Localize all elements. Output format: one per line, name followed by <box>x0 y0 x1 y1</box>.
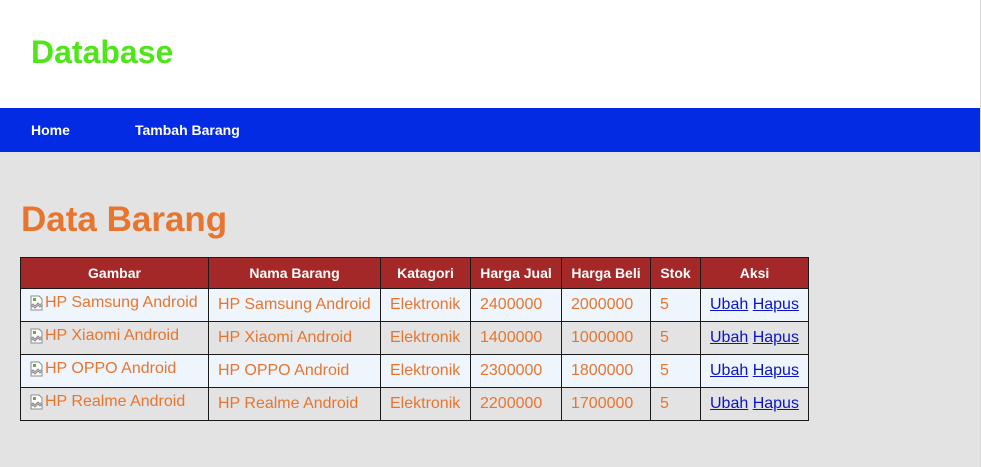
navbar: Home Tambah Barang <box>0 108 980 152</box>
table-row: HP Realme Android HP Realme Android Elek… <box>20 387 809 421</box>
sell-price-cell: 2200000 <box>470 387 562 421</box>
column-header-nama-barang: Nama Barang <box>208 257 381 289</box>
actions-cell: Ubah Hapus <box>700 288 809 322</box>
product-image-cell: HP Samsung Android <box>20 288 209 322</box>
stock-cell: 5 <box>650 387 701 421</box>
stock-cell: 5 <box>650 354 701 388</box>
broken-image-icon <box>30 394 44 410</box>
delete-link[interactable]: Hapus <box>753 329 799 346</box>
sell-price-cell: 1400000 <box>470 321 562 355</box>
product-name-cell: HP Samsung Android <box>208 288 381 322</box>
product-image-cell: HP OPPO Android <box>20 354 209 388</box>
edit-link[interactable]: Ubah <box>710 395 748 412</box>
nav-home-link[interactable]: Home <box>31 108 70 152</box>
product-name-cell: HP Realme Android <box>208 387 381 421</box>
page-title: Data Barang <box>21 200 228 239</box>
edit-link[interactable]: Ubah <box>710 329 748 346</box>
buy-price-cell: 2000000 <box>561 288 651 322</box>
table-header-row: Gambar Nama Barang Katagori Harga Jual H… <box>20 257 809 289</box>
product-image-alt-text: HP Samsung Android <box>45 294 198 311</box>
category-cell: Elektronik <box>380 321 471 355</box>
actions-cell: Ubah Hapus <box>700 321 809 355</box>
column-header-stok: Stok <box>650 257 701 289</box>
product-image: HP OPPO Android <box>30 360 176 378</box>
data-barang-table: Gambar Nama Barang Katagori Harga Jual H… <box>20 257 809 421</box>
product-image-alt-text: HP OPPO Android <box>45 360 177 377</box>
sell-price-cell: 2300000 <box>470 354 562 388</box>
edit-link[interactable]: Ubah <box>710 362 748 379</box>
product-image: HP Xiaomi Android <box>30 327 179 345</box>
broken-image-icon <box>30 295 44 311</box>
product-image-cell: HP Realme Android <box>20 387 209 421</box>
delete-link[interactable]: Hapus <box>753 362 799 379</box>
column-header-harga-jual: Harga Jual <box>470 257 562 289</box>
column-header-gambar: Gambar <box>20 257 209 289</box>
product-image: HP Samsung Android <box>30 294 198 312</box>
product-image-cell: HP Xiaomi Android <box>20 321 209 355</box>
sell-price-cell: 2400000 <box>470 288 562 322</box>
edit-link[interactable]: Ubah <box>710 296 748 313</box>
stock-cell: 5 <box>650 288 701 322</box>
site-header: Database <box>0 0 981 108</box>
delete-link[interactable]: Hapus <box>753 395 799 412</box>
category-cell: Elektronik <box>380 354 471 388</box>
actions-cell: Ubah Hapus <box>700 354 809 388</box>
column-header-harga-beli: Harga Beli <box>561 257 651 289</box>
table-row: HP OPPO Android HP OPPO Android Elektron… <box>20 354 809 388</box>
product-name-cell: HP Xiaomi Android <box>208 321 381 355</box>
product-image-alt-text: HP Xiaomi Android <box>45 327 179 344</box>
product-image-alt-text: HP Realme Android <box>45 393 186 410</box>
main-content: Data Barang Gambar Nama Barang Katagori … <box>0 152 980 467</box>
stock-cell: 5 <box>650 321 701 355</box>
delete-link[interactable]: Hapus <box>753 296 799 313</box>
table-row: HP Samsung Android HP Samsung Android El… <box>20 288 809 322</box>
actions-cell: Ubah Hapus <box>700 387 809 421</box>
broken-image-icon <box>30 361 44 377</box>
site-title: Database <box>31 34 174 70</box>
buy-price-cell: 1700000 <box>561 387 651 421</box>
broken-image-icon <box>30 328 44 344</box>
category-cell: Elektronik <box>380 387 471 421</box>
product-image: HP Realme Android <box>30 393 185 411</box>
category-cell: Elektronik <box>380 288 471 322</box>
buy-price-cell: 1000000 <box>561 321 651 355</box>
product-name-cell: HP OPPO Android <box>208 354 381 388</box>
nav-tambah-barang-link[interactable]: Tambah Barang <box>135 108 240 152</box>
table-row: HP Xiaomi Android HP Xiaomi Android Elek… <box>20 321 809 355</box>
buy-price-cell: 1800000 <box>561 354 651 388</box>
column-header-aksi: Aksi <box>700 257 809 289</box>
column-header-katagori: Katagori <box>380 257 471 289</box>
page: Database Home Tambah Barang Data Barang … <box>0 0 981 467</box>
